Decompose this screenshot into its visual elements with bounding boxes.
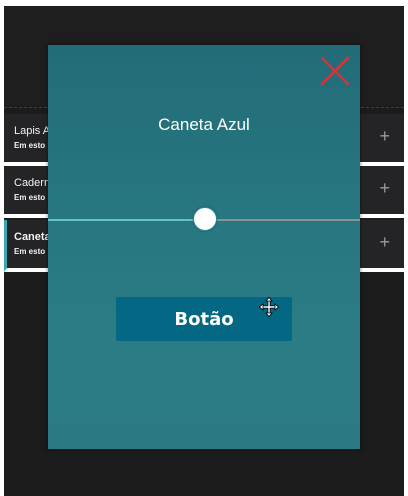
- list-item-subtitle: Em esto: [14, 193, 46, 202]
- add-icon[interactable]: +: [379, 127, 390, 145]
- list-item-subtitle: Em esto: [14, 247, 46, 256]
- close-x-icon[interactable]: [319, 55, 351, 87]
- slider-track-rest: [215, 219, 360, 221]
- list-item-title: Caneta: [14, 231, 51, 243]
- slider-track-fill: [48, 219, 194, 221]
- app-window: Lapis A Em esto + Cadern Em esto + Canet…: [4, 6, 404, 496]
- modal-title: Caneta Azul: [158, 115, 250, 134]
- slider-thumb[interactable]: [192, 207, 217, 231]
- add-icon[interactable]: +: [379, 233, 390, 251]
- move-cursor-icon: [259, 297, 279, 317]
- value-slider[interactable]: [48, 207, 360, 233]
- add-icon[interactable]: +: [379, 179, 390, 197]
- list-item-subtitle: Em esto: [14, 141, 46, 150]
- list-item-title: Cadern: [14, 177, 51, 189]
- list-item-title: Lapis A: [14, 125, 51, 137]
- product-modal: Caneta Azul Botão: [48, 45, 360, 449]
